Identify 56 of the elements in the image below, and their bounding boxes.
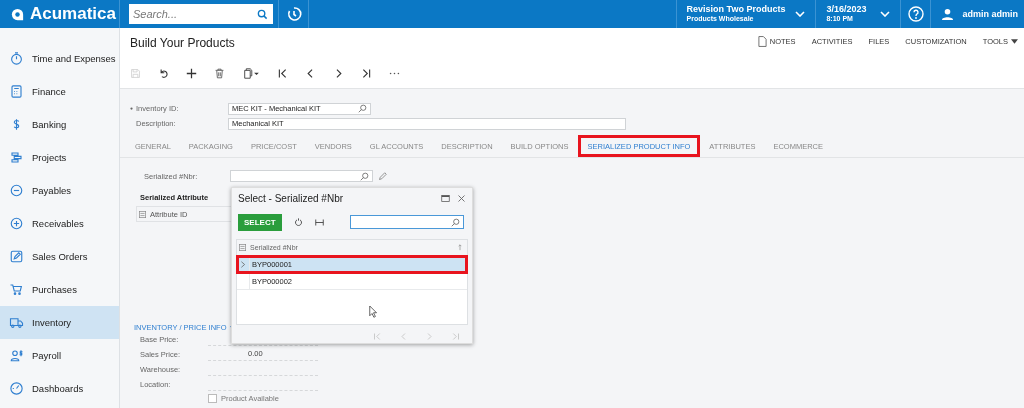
row-pointer-icon bbox=[241, 260, 245, 268]
logo-icon bbox=[10, 6, 25, 22]
grid-settings-icon[interactable] bbox=[239, 244, 246, 251]
sidebar-item[interactable]: Sales Orders bbox=[0, 240, 119, 273]
gantt-icon bbox=[9, 150, 24, 165]
note-icon bbox=[757, 36, 767, 47]
sidebar-item[interactable]: Purchases bbox=[0, 273, 119, 306]
cart-icon bbox=[9, 282, 24, 297]
search-icon bbox=[358, 104, 367, 113]
sidebar-item[interactable]: Time and Expenses bbox=[0, 42, 119, 75]
gauge-icon bbox=[9, 381, 24, 396]
last-record-icon[interactable] bbox=[361, 67, 372, 79]
delete-icon[interactable] bbox=[214, 67, 225, 79]
caret-icon bbox=[1011, 39, 1018, 44]
sidebar-item[interactable]: Dashboards bbox=[0, 372, 119, 405]
sidebar-item[interactable]: Finance bbox=[0, 75, 119, 108]
select-button[interactable]: SELECT bbox=[238, 213, 282, 231]
person-dollar-icon bbox=[9, 348, 24, 363]
close-icon[interactable] bbox=[457, 193, 466, 203]
chevron-down-icon bbox=[795, 11, 806, 17]
history-icon bbox=[285, 6, 302, 22]
sidebar-item[interactable]: Banking bbox=[0, 108, 119, 141]
truck-icon bbox=[9, 315, 24, 330]
sidebar-item[interactable]: Receivables bbox=[0, 207, 119, 240]
maximize-icon[interactable] bbox=[441, 193, 450, 203]
fit-width-icon[interactable] bbox=[314, 217, 324, 227]
help-icon bbox=[908, 6, 924, 22]
sidebar-item[interactable]: Inventory bbox=[0, 306, 119, 339]
sidebar-item[interactable]: Payroll bbox=[0, 339, 119, 372]
user-menu[interactable]: admin admin bbox=[930, 0, 1024, 28]
mouse-cursor-icon bbox=[369, 305, 378, 319]
calculator-icon bbox=[9, 84, 24, 99]
stopwatch-icon bbox=[9, 51, 24, 66]
add-icon[interactable] bbox=[186, 67, 197, 79]
pencil-square-icon bbox=[9, 249, 24, 264]
grid-settings-icon[interactable] bbox=[139, 210, 146, 218]
undo-icon[interactable] bbox=[158, 67, 169, 79]
sidebar-item[interactable]: Payables bbox=[0, 174, 119, 207]
dialog-title: Select - Serialized #Nbr bbox=[238, 192, 345, 204]
search-icon bbox=[257, 8, 268, 20]
serial-number-field[interactable] bbox=[230, 170, 373, 182]
required-dot-icon bbox=[130, 107, 133, 110]
sidebar-item[interactable]: Projects bbox=[0, 141, 119, 174]
search-field[interactable]: Search... bbox=[129, 4, 273, 24]
first-record-icon[interactable] bbox=[277, 67, 288, 79]
copy-paste-icon[interactable] bbox=[242, 67, 260, 79]
search-field[interactable] bbox=[349, 215, 464, 229]
search-icon bbox=[360, 171, 369, 181]
sort-icon[interactable] bbox=[458, 244, 462, 251]
page-title: Build Your Products bbox=[130, 36, 235, 50]
chevron-down-icon bbox=[880, 11, 891, 17]
user-icon bbox=[941, 7, 955, 21]
plus-circle-icon bbox=[9, 216, 24, 231]
history-button[interactable] bbox=[278, 0, 309, 28]
search-icon bbox=[450, 217, 460, 227]
minus-circle-icon bbox=[9, 183, 24, 198]
